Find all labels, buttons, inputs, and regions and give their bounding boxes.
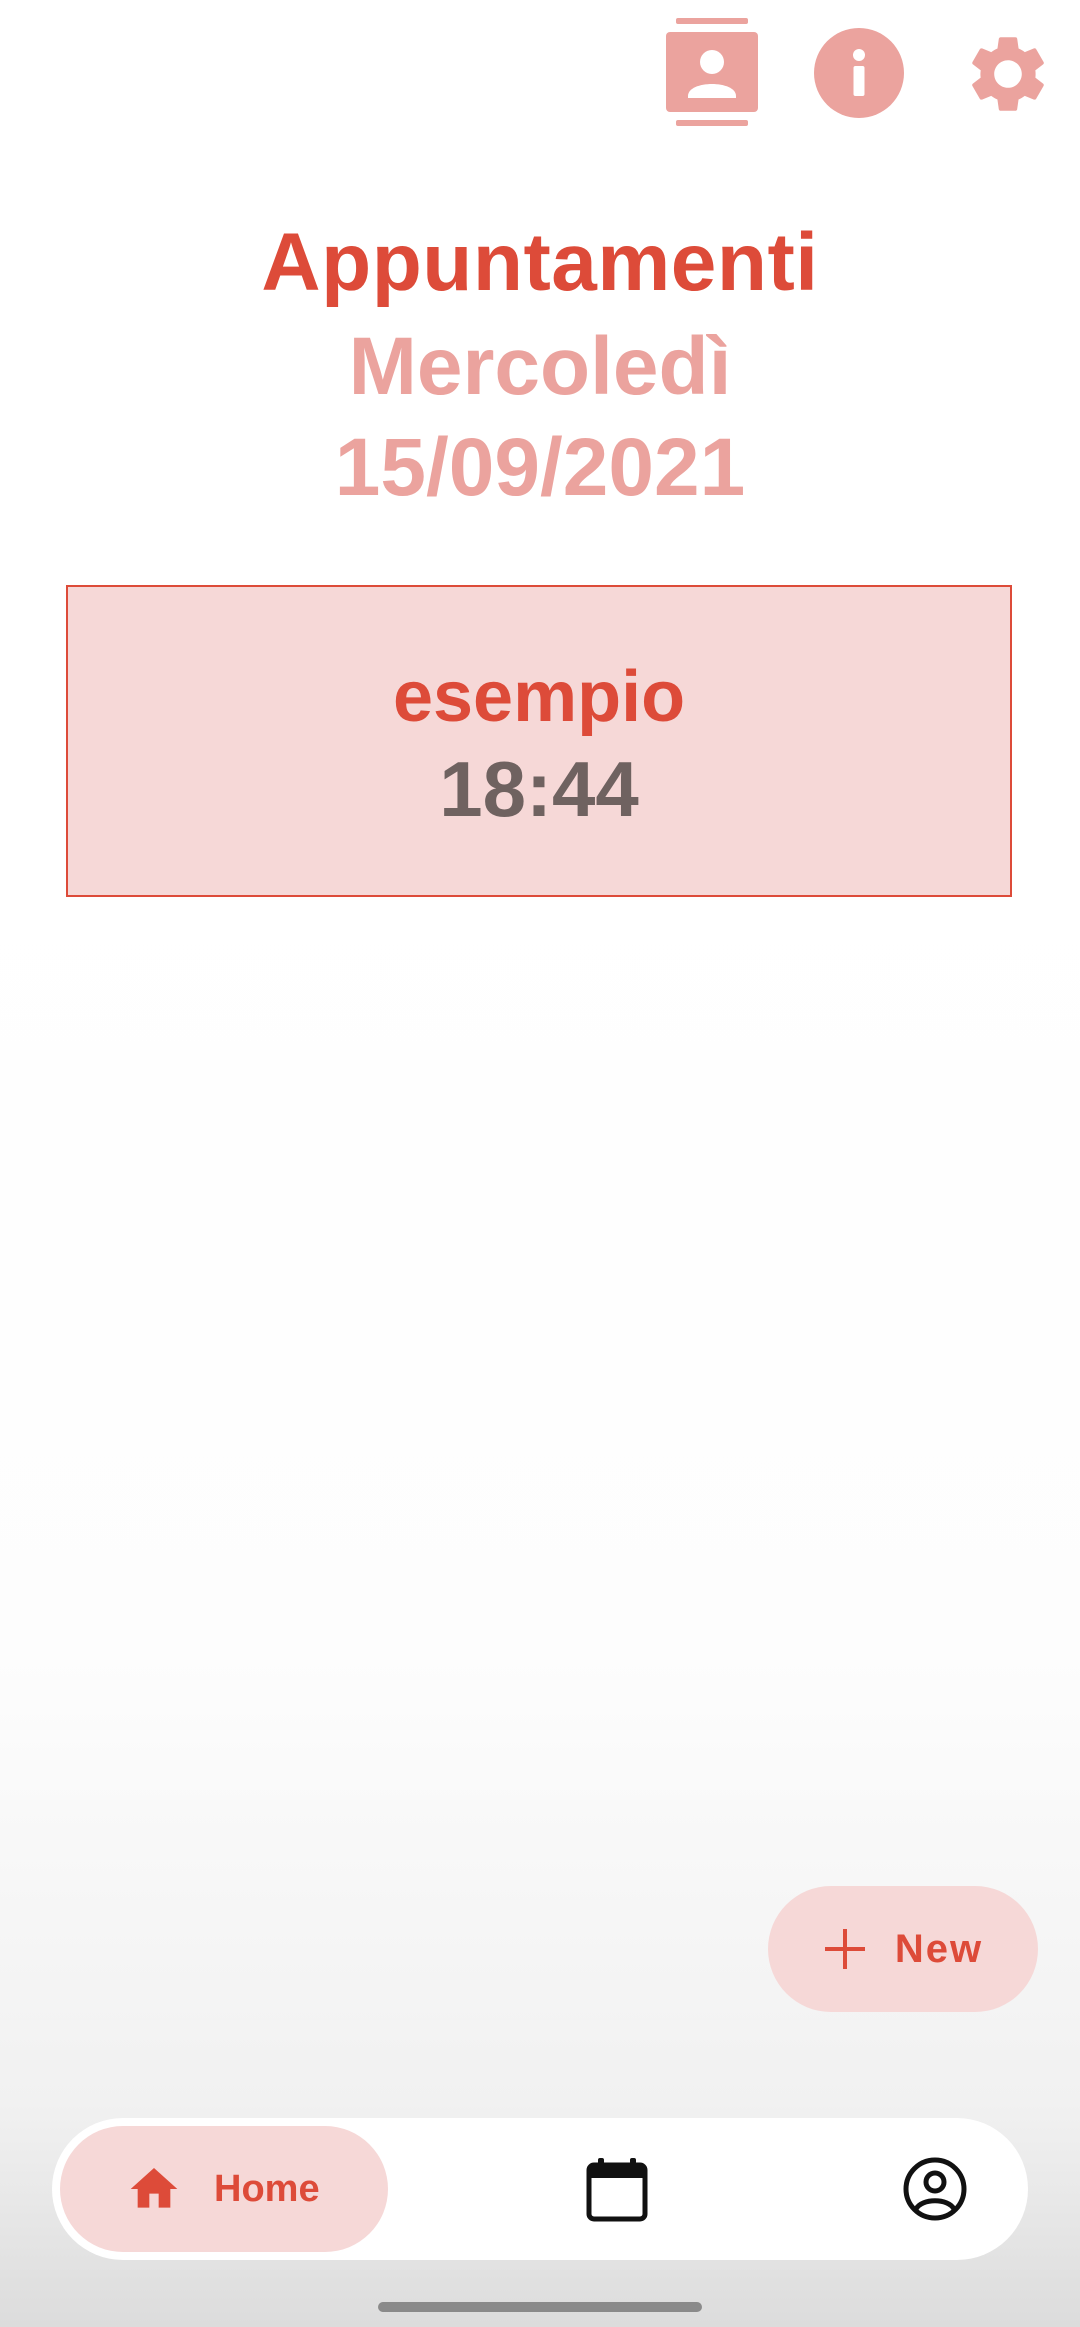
contacts-icon[interactable] bbox=[666, 18, 758, 130]
calendar-icon bbox=[586, 2158, 648, 2222]
nav-home[interactable]: Home bbox=[60, 2126, 388, 2252]
top-bar bbox=[0, 0, 1080, 150]
nav-profile[interactable] bbox=[902, 2156, 968, 2222]
plus-icon bbox=[824, 1929, 865, 1969]
account-icon bbox=[903, 2157, 967, 2221]
appointment-time: 18:44 bbox=[439, 745, 639, 833]
home-indicator bbox=[378, 2302, 702, 2312]
new-appointment-button[interactable]: New bbox=[768, 1886, 1038, 2012]
appointment-name: esempio bbox=[392, 657, 686, 737]
settings-icon[interactable] bbox=[962, 28, 1054, 120]
background bbox=[0, 840, 1080, 2327]
home-icon bbox=[130, 2168, 178, 2208]
appointment-card[interactable]: esempio 18:44 bbox=[66, 585, 1012, 897]
nav-home-label: Home bbox=[214, 2167, 320, 2210]
bottom-navigation: Home bbox=[52, 2118, 1028, 2260]
page-title: Appuntamenti bbox=[261, 217, 819, 308]
nav-calendar[interactable] bbox=[584, 2156, 650, 2222]
page-header: Appuntamenti Mercoledì 15/09/2021 bbox=[0, 210, 1080, 518]
weekday-label: Mercoledì bbox=[348, 321, 732, 412]
new-button-label: New bbox=[894, 1926, 984, 1971]
info-icon[interactable] bbox=[814, 28, 904, 118]
date-label: 15/09/2021 bbox=[334, 422, 746, 513]
